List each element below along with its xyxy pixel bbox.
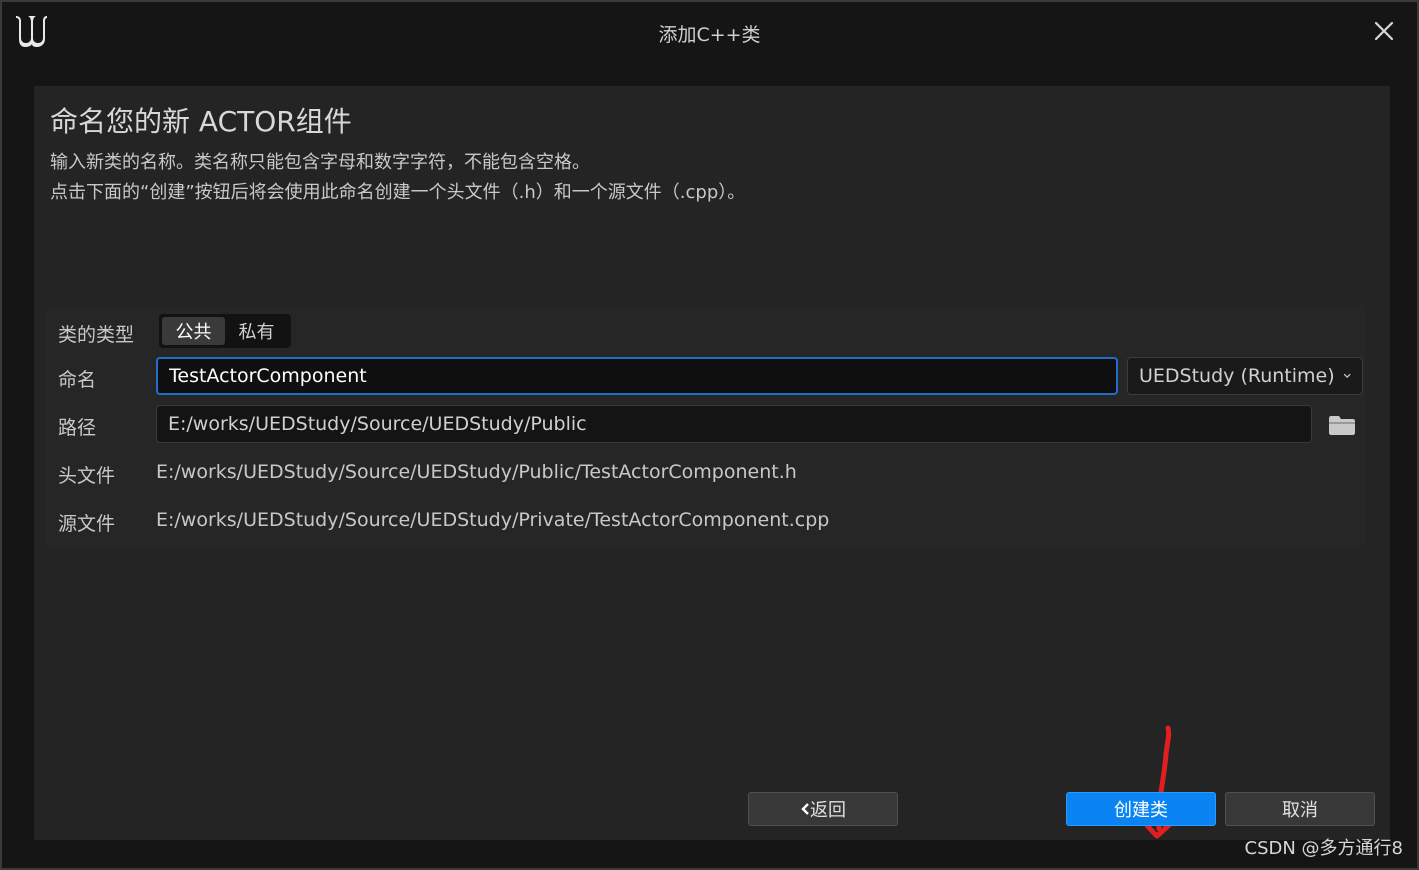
- header-file-label: 头文件: [58, 465, 116, 487]
- class-name-input[interactable]: [156, 357, 1118, 395]
- path-input[interactable]: [156, 405, 1312, 443]
- class-type-label: 类的类型: [58, 324, 135, 346]
- title-bar: 添加C++类: [2, 2, 1417, 62]
- window-title: 添加C++类: [658, 24, 761, 46]
- close-icon[interactable]: [1373, 20, 1395, 42]
- path-label: 路径: [58, 417, 97, 439]
- watermark: CSDN @多方通行8: [1244, 838, 1404, 859]
- add-cpp-class-dialog: 添加C++类 命名您的新 ACTOR组件 输入新类的名称。类名称只能包含字母和数…: [0, 0, 1419, 870]
- content-panel: 命名您的新 ACTOR组件 输入新类的名称。类名称只能包含字母和数字字符，不能包…: [34, 86, 1390, 840]
- class-type-public[interactable]: 公共: [162, 317, 225, 345]
- chevron-left-icon: [801, 803, 809, 815]
- cancel-button[interactable]: 取消: [1225, 792, 1375, 826]
- back-button[interactable]: 返回: [748, 792, 898, 826]
- module-select-value: UEDStudy (Runtime): [1139, 365, 1335, 387]
- chevron-down-icon: [1343, 373, 1351, 379]
- create-class-button[interactable]: 创建类: [1066, 792, 1216, 826]
- class-form: 类的类型 公共 私有 命名 UEDStudy (Runtime) 路径 头文件 …: [46, 306, 1366, 546]
- description-line-2: 点击下面的“创建”按钮后将会使用此命名创建一个头文件（.h）和一个源文件（.cp…: [50, 182, 746, 203]
- page-heading: 命名您的新 ACTOR组件: [50, 105, 352, 138]
- module-select[interactable]: UEDStudy (Runtime): [1127, 357, 1363, 395]
- name-label: 命名: [58, 369, 97, 391]
- source-file-path: E:/works/UEDStudy/Source/UEDStudy/Privat…: [156, 509, 830, 531]
- description-line-1: 输入新类的名称。类名称只能包含字母和数字字符，不能包含空格。: [50, 152, 590, 173]
- class-type-toggle: 公共 私有: [159, 314, 291, 348]
- header-file-path: E:/works/UEDStudy/Source/UEDStudy/Public…: [156, 461, 797, 483]
- red-arrow-annotation-icon: [1131, 725, 1195, 839]
- class-type-private[interactable]: 私有: [225, 317, 288, 345]
- source-file-label: 源文件: [58, 513, 116, 535]
- folder-icon[interactable]: [1328, 414, 1356, 436]
- back-button-label: 返回: [810, 800, 846, 821]
